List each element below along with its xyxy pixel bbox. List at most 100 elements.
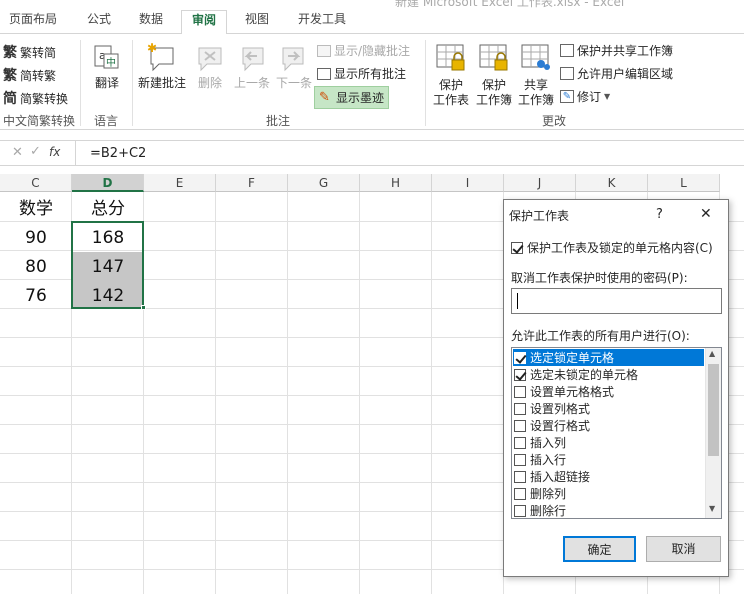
permission-label: 选定锁定单元格 <box>530 351 615 365</box>
column-header-l[interactable]: L <box>648 174 720 192</box>
enter-check-icon[interactable]: ✓ <box>30 144 41 159</box>
protect-share-workbook-button[interactable]: 保护并共享工作簿 <box>560 42 673 59</box>
protect-share-label: 保护并共享工作簿 <box>577 44 674 58</box>
cell-d3[interactable]: 147 <box>72 256 144 278</box>
close-icon[interactable]: ✕ <box>700 206 712 222</box>
cell-c3[interactable]: 80 <box>0 256 72 278</box>
group-label-chinese: 中文简繁转换 <box>3 114 76 128</box>
tab-page-layout[interactable]: 页面布局 <box>9 12 57 26</box>
show-hide-comment-button[interactable]: 显示/隐藏批注 <box>317 42 410 59</box>
cell-d2[interactable]: 168 <box>72 227 144 249</box>
allow-edit-ranges-button[interactable]: 允许用户编辑区域 <box>560 65 673 82</box>
cell-c2[interactable]: 90 <box>0 227 72 249</box>
share-workbook-button[interactable]: 共享 工作簿 <box>516 42 556 108</box>
previous-comment-button[interactable]: 上一条 <box>232 42 272 91</box>
permission-item[interactable]: 设置列格式 <box>513 400 704 417</box>
formula-input[interactable]: =B2+C2 <box>90 146 146 161</box>
chevron-down-icon: ▼ <box>604 92 611 101</box>
permission-label: 插入超链接 <box>530 470 591 484</box>
permission-checkbox[interactable] <box>514 368 526 381</box>
simp-to-trad-button[interactable]: 繁 简转繁 <box>3 65 56 85</box>
permission-checkbox[interactable] <box>514 419 526 432</box>
permission-checkbox[interactable] <box>514 453 526 466</box>
show-all-comments-button[interactable]: 显示所有批注 <box>317 65 406 82</box>
tab-view[interactable]: 视图 <box>245 12 269 26</box>
grid-vline <box>359 192 360 594</box>
cancel-icon[interactable]: ✕ <box>12 145 23 160</box>
column-header-c[interactable]: C <box>0 174 72 192</box>
permission-checkbox[interactable] <box>514 487 526 500</box>
tab-developer[interactable]: 开发工具 <box>298 12 346 26</box>
permission-item[interactable]: 设置行格式 <box>513 417 704 434</box>
permission-item[interactable]: 插入行 <box>513 451 704 468</box>
column-header-i[interactable]: I <box>432 174 504 192</box>
cell-c4[interactable]: 76 <box>0 285 72 307</box>
track-changes-button[interactable]: ✎ 修订 ▼ <box>560 88 610 105</box>
permission-item[interactable]: 设置单元格格式 <box>513 383 704 400</box>
column-header-k[interactable]: K <box>576 174 648 192</box>
tab-formulas[interactable]: 公式 <box>87 12 111 26</box>
fx-icon[interactable]: fx <box>49 145 60 159</box>
permission-item[interactable]: 插入超链接 <box>513 468 704 485</box>
permission-label: 删除列 <box>530 487 567 501</box>
protect-sheet-icon <box>436 44 465 71</box>
text-cursor <box>517 293 518 309</box>
column-header-d[interactable]: D <box>72 174 144 192</box>
simp-trad-convert-label: 简繁转换 <box>20 91 69 106</box>
protect-sheet-button[interactable]: 保护 工作表 <box>430 42 472 108</box>
ribbon-separator <box>80 40 81 126</box>
permission-checkbox[interactable] <box>514 470 526 483</box>
permission-item[interactable]: 删除列 <box>513 485 704 502</box>
ok-button[interactable]: 确定 <box>563 536 636 562</box>
protect-contents-check[interactable] <box>511 241 523 254</box>
column-header-f[interactable]: F <box>216 174 288 192</box>
next-comment-button[interactable]: 下一条 <box>274 42 314 91</box>
protect-contents-checkbox[interactable]: 保护工作表及锁定的单元格内容(C) <box>511 239 713 256</box>
permission-checkbox[interactable] <box>514 385 526 398</box>
tab-data[interactable]: 数据 <box>139 12 163 26</box>
show-ink-button[interactable]: ✎ 显示墨迹 <box>314 86 390 109</box>
permissions-list[interactable]: ▲ ▼ 选定锁定单元格 选定未锁定的单元格设置单元格格式 设置列格式 设置行格式 插入列… <box>511 347 722 519</box>
cell-d4[interactable]: 142 <box>72 285 144 307</box>
permission-checkbox[interactable] <box>514 402 526 415</box>
trad-to-simp-label: 繁转简 <box>20 45 57 60</box>
scroll-up-icon[interactable]: ▲ <box>709 349 715 358</box>
permission-item[interactable]: 选定锁定单元格 <box>513 349 704 366</box>
permission-item[interactable]: 选定未锁定的单元格 <box>513 366 704 383</box>
simp-trad-convert-button[interactable]: 简 简繁转换 <box>3 88 68 108</box>
column-header-h[interactable]: H <box>360 174 432 192</box>
ribbon-separator <box>132 40 133 126</box>
cell-d1[interactable]: 总分 <box>72 198 144 221</box>
permission-checkbox[interactable] <box>514 436 526 449</box>
grid-vline <box>215 192 216 594</box>
permission-checkbox[interactable] <box>514 351 526 364</box>
column-header-e[interactable]: E <box>144 174 216 192</box>
translate-button[interactable]: a 中 翻译 <box>88 44 126 91</box>
permission-label: 设置单元格格式 <box>530 385 615 399</box>
permission-item[interactable]: 插入列 <box>513 434 704 451</box>
track-changes-icon: ✎ <box>560 90 574 103</box>
permission-label: 插入行 <box>530 453 567 467</box>
cell-c1[interactable]: 数学 <box>0 198 72 221</box>
permission-checkbox[interactable] <box>514 504 526 517</box>
svg-text:中: 中 <box>106 56 116 69</box>
help-icon[interactable]: ? <box>656 207 663 222</box>
trad-to-simp-button[interactable]: 繁 繁转简 <box>3 42 56 62</box>
next-comment-label: 下一条 <box>275 76 312 90</box>
list-scrollbar[interactable]: ▲ ▼ <box>705 348 721 518</box>
show-hide-comment-icon <box>317 44 331 57</box>
new-comment-button[interactable]: ✱ 新建批注 <box>136 41 188 91</box>
protect-workbook-label-1: 保护 <box>481 78 506 92</box>
column-header-j[interactable]: J <box>504 174 576 192</box>
password-label: 取消工作表保护时使用的密码(P): <box>511 271 688 285</box>
cancel-button[interactable]: 取消 <box>646 536 721 562</box>
tab-review[interactable]: 审阅 <box>181 10 228 35</box>
password-input[interactable] <box>511 288 722 314</box>
scroll-down-icon[interactable]: ▼ <box>709 504 715 513</box>
simp-to-trad-label: 简转繁 <box>20 68 57 83</box>
scroll-thumb[interactable] <box>708 364 719 456</box>
column-header-g[interactable]: G <box>288 174 360 192</box>
protect-workbook-button[interactable]: 保护 工作簿 <box>474 42 514 108</box>
delete-comment-button[interactable]: 删除 <box>193 42 227 91</box>
permission-item[interactable]: 删除行 <box>513 502 704 518</box>
